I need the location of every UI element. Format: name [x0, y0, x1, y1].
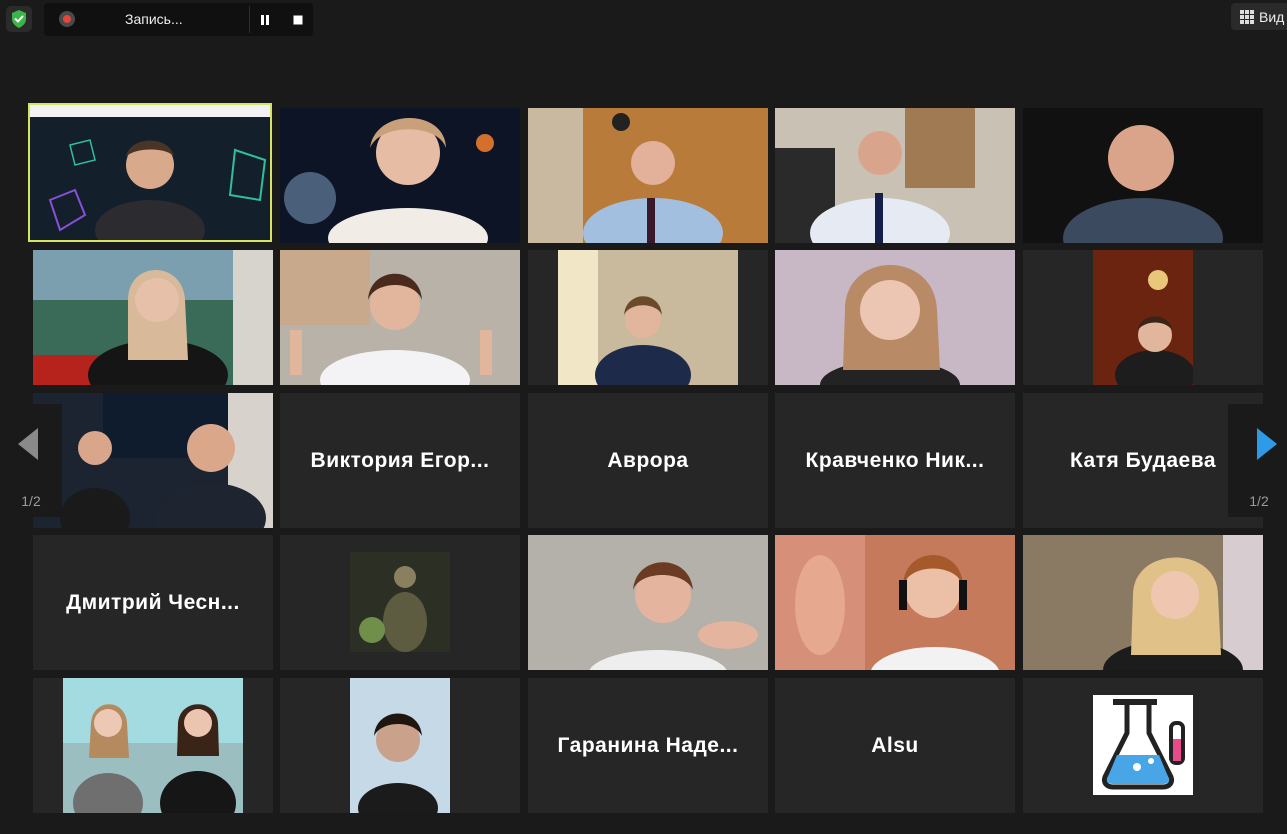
view-label: Вид [1259, 8, 1285, 25]
participant-video [775, 535, 1015, 670]
previous-page-button[interactable]: 1/2 [0, 404, 62, 517]
participant-video-tile[interactable] [775, 250, 1015, 385]
pause-icon [261, 14, 269, 25]
participant-video-tile[interactable] [280, 678, 520, 813]
participant-video [775, 108, 1015, 243]
participant-video [528, 535, 768, 670]
participant-video [63, 678, 243, 813]
participant-video-tile[interactable] [1023, 535, 1263, 670]
recording-label: Запись... [125, 11, 183, 27]
page-indicator: 1/2 [1249, 493, 1269, 509]
participant-video-tile[interactable] [528, 250, 768, 385]
participant-video-tile[interactable] [775, 108, 1015, 243]
participant-video-tile[interactable] [33, 678, 273, 813]
participant-name-tile[interactable]: Аврора [528, 393, 768, 528]
participant-video-tile[interactable] [775, 535, 1015, 670]
participant-video-tile[interactable] [528, 108, 768, 243]
participant-video [280, 108, 520, 243]
participant-video [775, 250, 1015, 385]
participant-name: Гаранина Наде... [557, 733, 739, 757]
participant-video-tile[interactable] [33, 393, 273, 528]
participant-name-tile[interactable]: Alsu [775, 678, 1015, 813]
participant-video [30, 105, 270, 240]
participant-name-tile[interactable]: Виктория Егор... [280, 393, 520, 528]
participant-name-tile[interactable]: Кравченко Ник... [775, 393, 1015, 528]
participant-avatar [350, 552, 450, 652]
participant-video-tile[interactable] [528, 535, 768, 670]
divider [249, 6, 250, 33]
pause-recording-button[interactable] [251, 6, 279, 33]
flask-avatar-icon [1093, 695, 1193, 795]
participant-name: Виктория Егор... [310, 448, 490, 472]
participant-name: Катя Будаева [1069, 448, 1217, 472]
participant-name-tile[interactable]: Гаранина Наде... [528, 678, 768, 813]
chevron-left-icon [18, 428, 38, 460]
participant-video-tile[interactable] [33, 250, 273, 385]
participant-video [1093, 250, 1195, 385]
participant-video-tile[interactable] [280, 108, 520, 243]
participant-video-tile[interactable] [1023, 250, 1263, 385]
participant-video [528, 108, 768, 243]
page-indicator: 1/2 [21, 493, 41, 509]
recording-indicator: Запись... [44, 3, 313, 36]
participant-video [33, 250, 273, 385]
participant-name-tile[interactable]: Катя Будаева [1023, 393, 1263, 528]
participant-video-tile[interactable] [28, 103, 272, 242]
participant-video [558, 250, 738, 385]
stop-icon [293, 15, 303, 24]
view-button[interactable]: Вид [1231, 3, 1287, 30]
next-page-button[interactable]: 1/2 [1228, 404, 1287, 517]
participant-name: Аврора [607, 448, 689, 472]
security-shield-icon[interactable] [6, 6, 32, 32]
grid-view-icon [1240, 9, 1254, 24]
participant-name: Alsu [871, 733, 919, 757]
participant-video-tile[interactable] [280, 250, 520, 385]
participant-video [350, 678, 450, 813]
participant-video [1023, 108, 1263, 243]
participant-video [1023, 535, 1263, 670]
participant-video [33, 393, 273, 528]
participant-video [280, 250, 520, 385]
participant-avatar-tile[interactable] [280, 535, 520, 670]
participant-avatar-tile[interactable] [1023, 678, 1263, 813]
top-bar: Запись... Вид [0, 0, 1287, 40]
participant-name: Кравченко Ник... [805, 448, 985, 472]
participant-name: Дмитрий Чесн... [66, 590, 240, 614]
stop-recording-button[interactable] [284, 6, 312, 33]
participant-name-tile[interactable]: Дмитрий Чесн... [33, 535, 273, 670]
participant-video-tile[interactable] [1023, 108, 1263, 243]
recording-dot-icon [59, 11, 75, 27]
chevron-right-icon [1257, 428, 1277, 460]
